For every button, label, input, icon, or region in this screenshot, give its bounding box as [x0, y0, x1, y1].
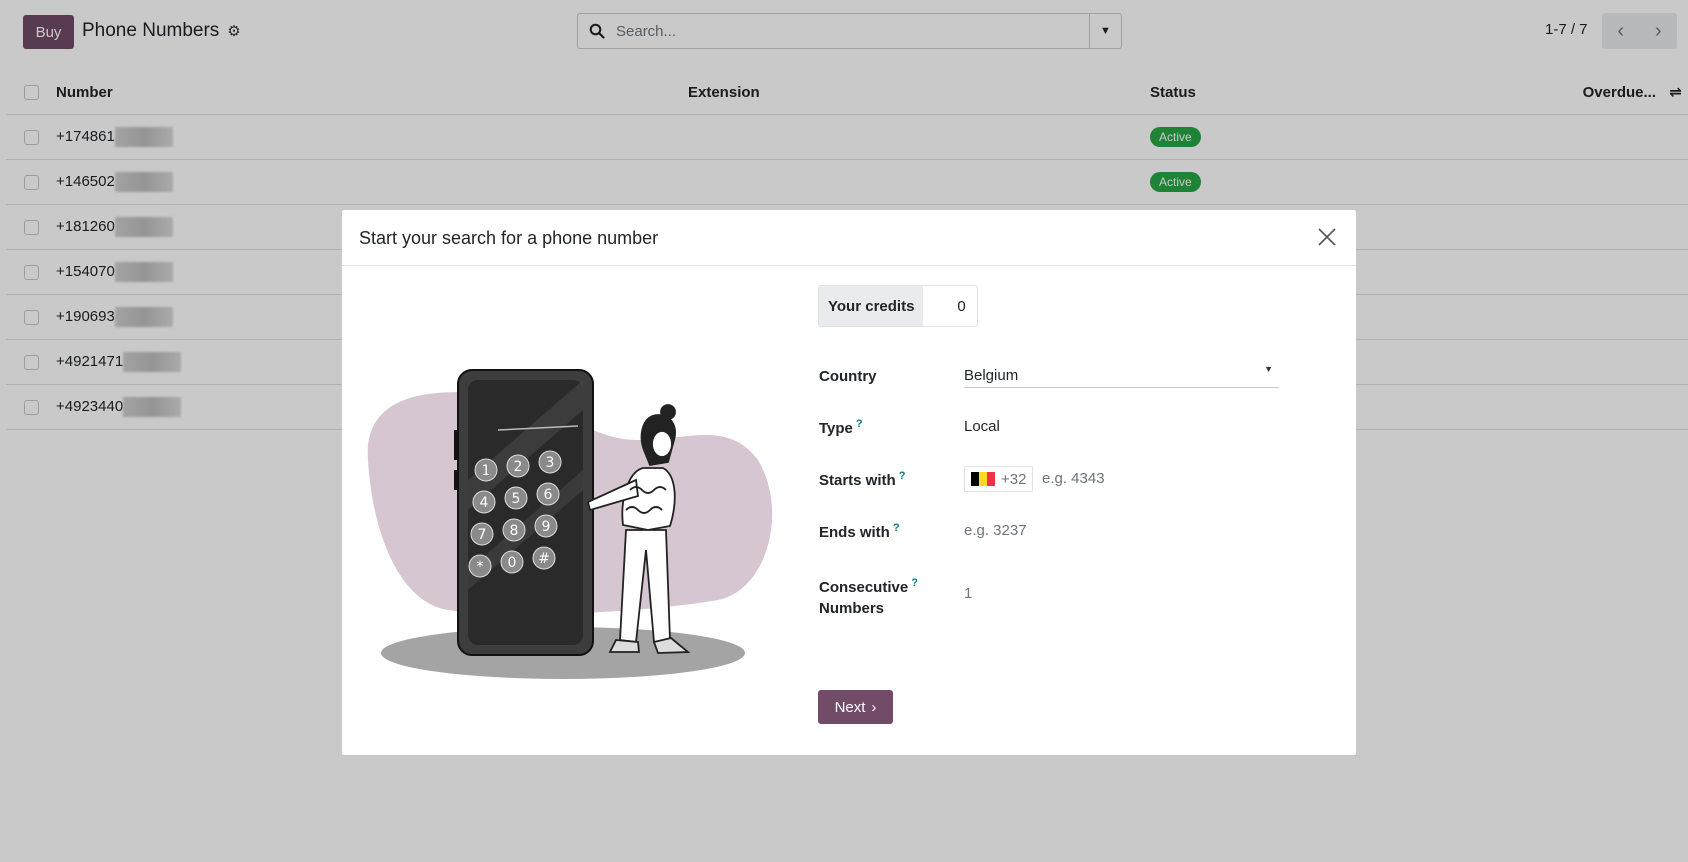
- next-button[interactable]: Next ›: [818, 690, 893, 724]
- keypad-key-label: 6: [544, 487, 553, 503]
- ends-with-label-text: Ends with: [819, 524, 890, 541]
- consecutive-label-line1: Consecutive: [819, 579, 909, 596]
- keypad-key-label: 8: [510, 523, 519, 539]
- keypad-key-label: 9: [542, 519, 551, 535]
- phone-graphic: [454, 369, 594, 656]
- help-icon[interactable]: ?: [911, 577, 918, 589]
- country-select[interactable]: Belgium ▼: [964, 362, 1279, 388]
- credits-label: Your credits: [819, 286, 924, 326]
- type-label-text: Type: [819, 420, 853, 437]
- consecutive-label: Consecutive? Numbers: [819, 573, 918, 619]
- consecutive-input[interactable]: 1: [964, 585, 972, 602]
- caret-down-icon: ▼: [1264, 364, 1273, 374]
- keypad-key-label: 5: [512, 491, 521, 507]
- keypad-key-label: 7: [478, 527, 487, 543]
- keypad-key-label: #: [538, 551, 550, 567]
- keypad-key-label: 4: [480, 495, 489, 511]
- help-icon[interactable]: ?: [856, 418, 863, 430]
- starts-with-label: Starts with?: [819, 470, 905, 489]
- starts-with-input[interactable]: e.g. 4343: [1042, 470, 1105, 487]
- consecutive-label-line2: Numbers: [819, 600, 885, 617]
- keypad-key-label: 3: [546, 455, 555, 471]
- type-value[interactable]: Local: [964, 418, 1000, 435]
- help-icon[interactable]: ?: [893, 522, 900, 534]
- starts-with-label-text: Starts with: [819, 472, 896, 489]
- keypad-key-label: 0: [508, 555, 517, 571]
- country-label: Country: [819, 368, 877, 385]
- help-icon[interactable]: ?: [899, 470, 906, 482]
- buy-number-dialog: Start your search for a phone number 1 2 3…: [342, 210, 1356, 755]
- country-prefix: +32: [964, 466, 1034, 492]
- type-label: Type?: [819, 418, 863, 437]
- modal-title: Start your search for a phone number: [359, 228, 659, 248]
- next-label: Next: [834, 698, 866, 716]
- modal-header: Start your search for a phone number: [342, 210, 1356, 266]
- keypad-key-label: 2: [514, 459, 523, 475]
- belgium-flag-icon: [971, 472, 995, 486]
- ends-with-label: Ends with?: [819, 522, 900, 541]
- keypad-key-label: *: [477, 559, 484, 575]
- credits-value: 0: [957, 297, 966, 315]
- prefix-text: +32: [1001, 470, 1027, 488]
- keypad-key-label: 1: [482, 463, 491, 479]
- credits-box: Your credits 0: [818, 285, 978, 327]
- close-icon[interactable]: [1314, 224, 1340, 250]
- phone-keypad-illustration: 1 2 3 4 5 6 7 8 9 * 0 #: [367, 369, 773, 679]
- country-value: Belgium: [964, 367, 1019, 384]
- ends-with-input[interactable]: e.g. 3237: [964, 522, 1027, 539]
- chevron-right-icon: ›: [871, 698, 877, 716]
